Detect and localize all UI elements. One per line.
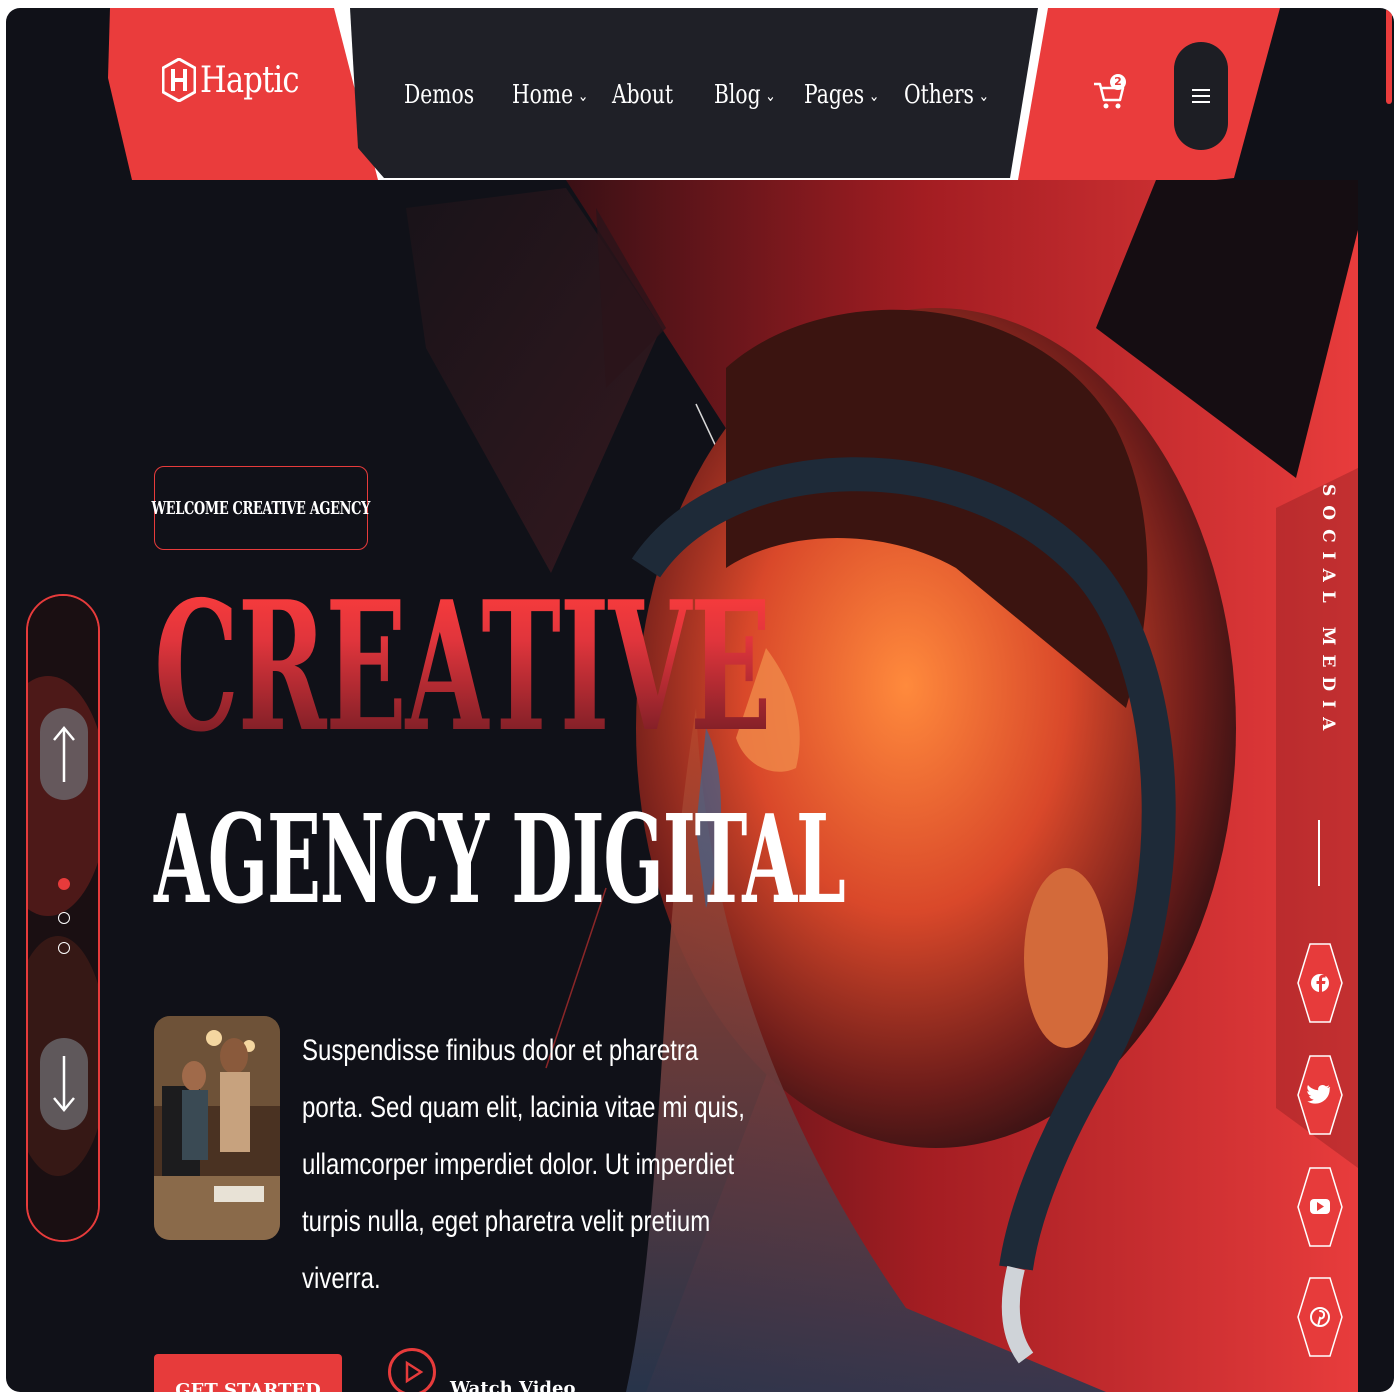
nav-item-pages[interactable]: Pages ⌄ — [804, 80, 879, 110]
haptic-logo-icon — [162, 58, 196, 102]
page-scrollbar[interactable] — [1386, 8, 1392, 104]
nav-item-blog[interactable]: Blog ⌄ — [714, 80, 776, 110]
brand-logo[interactable]: Haptic — [162, 58, 316, 102]
menu-button[interactable] — [1174, 42, 1228, 150]
nav-item-about[interactable]: About — [612, 80, 673, 110]
welcome-badge-text: WELCOME CREATIVE AGENCY — [151, 497, 371, 519]
hero-title-line1: CREATIVE — [154, 562, 771, 771]
chevron-down-icon: ⌄ — [978, 85, 990, 105]
nav-label: Demos — [404, 80, 475, 110]
slider-controls — [26, 594, 100, 1242]
hero-title-line2: AGENCY DIGITAL — [154, 787, 846, 931]
page-frame: Haptic Demos Home ⌄ About Blog ⌄ Pages ⌄ — [6, 8, 1394, 1392]
nav-label: Others — [904, 80, 974, 110]
slider-dot-1[interactable] — [58, 878, 70, 890]
slider-prev-button[interactable] — [40, 708, 88, 800]
facebook-button[interactable] — [1296, 942, 1344, 1024]
team-thumbnail-image — [154, 1016, 280, 1240]
chevron-down-icon: ⌄ — [765, 85, 776, 105]
social-media-label: SOCIAL MEDIA — [1318, 484, 1338, 740]
nav-item-home[interactable]: Home ⌄ — [512, 80, 588, 110]
slider-next-button[interactable] — [40, 1038, 88, 1130]
arrow-up-icon — [53, 726, 75, 782]
social-divider — [1318, 820, 1320, 886]
pinterest-button[interactable] — [1296, 1276, 1344, 1358]
nav-label: About — [612, 80, 674, 110]
watch-video-label[interactable]: Watch Video — [450, 1378, 575, 1392]
nav-item-demos[interactable]: Demos — [404, 80, 474, 110]
chevron-down-icon: ⌄ — [868, 85, 880, 105]
play-video-button[interactable] — [388, 1348, 436, 1392]
nav-label: Home — [512, 80, 574, 110]
welcome-badge: WELCOME CREATIVE AGENCY — [151, 466, 371, 550]
slider-dot-3[interactable] — [58, 942, 70, 954]
cart-count-badge: 2 — [1110, 74, 1126, 90]
play-icon — [405, 1360, 424, 1384]
hero-description: Suspendisse finibus dolor et pharetra po… — [302, 1034, 745, 1295]
youtube-button[interactable] — [1296, 1166, 1344, 1248]
site-header: Haptic Demos Home ⌄ About Blog ⌄ Pages ⌄ — [6, 8, 1394, 188]
slider-dot-2[interactable] — [58, 912, 70, 924]
chevron-down-icon: ⌄ — [577, 85, 589, 105]
brand-name: Haptic — [200, 59, 299, 101]
get-started-button[interactable]: GET STARTED — [154, 1354, 342, 1392]
hamburger-icon — [1192, 85, 1210, 107]
cart-button[interactable]: 2 — [1092, 74, 1132, 116]
nav-label: Pages — [804, 80, 865, 110]
youtube-icon — [1310, 1199, 1330, 1214]
twitter-button[interactable] — [1296, 1054, 1344, 1136]
arrow-down-icon — [53, 1056, 75, 1112]
facebook-icon — [1311, 974, 1329, 992]
nav-label: Blog — [714, 80, 761, 110]
nav-item-others[interactable]: Others ⌄ — [904, 80, 989, 110]
